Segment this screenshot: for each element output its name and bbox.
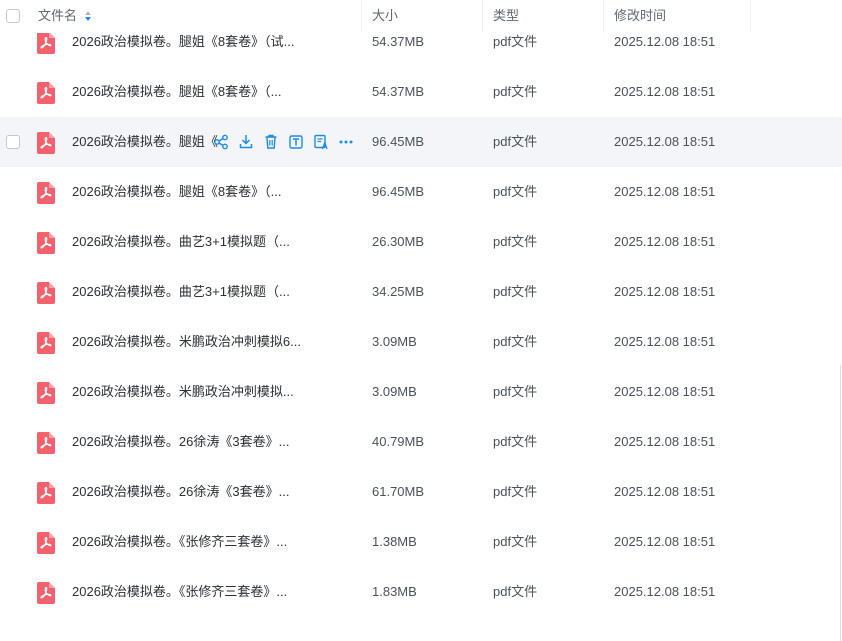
table-row[interactable]: 2026政治模拟卷。米鹏政治冲刺模拟... 3.09MB pdf文件 2025.12.…: [0, 367, 842, 417]
pdf-file-icon: [37, 32, 55, 54]
column-header-modified[interactable]: 修改时间: [614, 0, 666, 33]
table-row[interactable]: 2026政治模拟卷。曲艺3+1模拟题（... 34.25MB pdf文件 2025.1…: [0, 267, 842, 317]
table-row[interactable]: 2026政治模拟卷。《张修齐三套卷》... 1.83MB pdf文件 2025.12.…: [0, 567, 842, 617]
file-name[interactable]: 2026政治模拟卷。26徐涛《3套卷》...: [72, 417, 289, 467]
file-size: 34.25MB: [372, 284, 425, 299]
file-size: 96.45MB: [372, 134, 425, 149]
file-size: 1.38MB: [372, 534, 417, 549]
file-modified-time: 2025.12.08 18:51: [614, 434, 716, 449]
file-type: pdf文件: [493, 84, 538, 99]
pdf-file-icon: [37, 282, 55, 304]
file-name[interactable]: 2026政治模拟卷。腿姐《8套卷》（...: [72, 67, 282, 117]
file-modified-time: 2025.12.08 18:51: [614, 134, 716, 149]
file-type: pdf文件: [493, 234, 538, 249]
row-checkbox[interactable]: [6, 135, 20, 149]
translate-icon[interactable]: [313, 133, 329, 151]
file-type: pdf文件: [493, 284, 538, 299]
column-divider: [361, 0, 362, 33]
file-size: 3.09MB: [372, 334, 417, 349]
file-modified-time: 2025.12.08 18:51: [614, 234, 716, 249]
file-type: pdf文件: [493, 534, 538, 549]
pdf-file-icon: [37, 482, 55, 504]
select-all-checkbox[interactable]: [6, 9, 20, 23]
pdf-file-icon: [37, 382, 55, 404]
table-row[interactable]: 2026政治模拟卷。米鹏政治冲刺模拟6... 3.09MB pdf文件 2025.12…: [0, 317, 842, 367]
file-name[interactable]: 2026政治模拟卷。26徐涛《3套卷》...: [72, 467, 289, 517]
column-header-size[interactable]: 大小: [372, 0, 398, 33]
file-size: 96.45MB: [372, 184, 425, 199]
table-row[interactable]: 2026政治模拟卷。腿姐《 96.45MB pdf文件 2025.12.08 18:5…: [0, 117, 842, 167]
sort-icon[interactable]: [84, 10, 92, 22]
file-name[interactable]: 2026政治模拟卷。米鹏政治冲刺模拟...: [72, 367, 294, 417]
table-row[interactable]: 2026政治模拟卷。26徐涛《3套卷》... 40.79MB pdf文件 2025.1…: [0, 417, 842, 467]
delete-icon[interactable]: [263, 133, 279, 151]
file-modified-time: 2025.12.08 18:51: [614, 84, 716, 99]
file-type: pdf文件: [493, 584, 538, 599]
file-modified-time: 2025.12.08 18:51: [614, 584, 716, 599]
pdf-file-icon: [37, 332, 55, 354]
text-extract-icon[interactable]: [288, 133, 304, 151]
file-type: pdf文件: [493, 384, 538, 399]
file-size: 61.70MB: [372, 484, 425, 499]
pdf-file-icon: [37, 82, 55, 104]
file-modified-time: 2025.12.08 18:51: [614, 384, 716, 399]
file-name[interactable]: 2026政治模拟卷。腿姐《8套卷》（...: [72, 167, 282, 217]
file-size: 26.30MB: [372, 234, 425, 249]
file-type: pdf文件: [493, 434, 538, 449]
column-divider: [750, 0, 751, 33]
file-name[interactable]: 2026政治模拟卷。曲艺3+1模拟题（...: [72, 217, 290, 267]
file-name[interactable]: 2026政治模拟卷。米鹏政治冲刺模拟6...: [72, 317, 301, 367]
file-type: pdf文件: [493, 484, 538, 499]
file-modified-time: 2025.12.08 18:51: [614, 334, 716, 349]
more-icon[interactable]: [338, 133, 354, 151]
file-name[interactable]: 2026政治模拟卷。《张修齐三套卷》...: [72, 567, 287, 617]
table-row[interactable]: 2026政治模拟卷。26徐涛《3套卷》... 61.70MB pdf文件 2025.1…: [0, 467, 842, 517]
file-list: 2026政治模拟卷。腿姐《8套卷》（试... 54.37MB pdf文件 2025.1…: [0, 17, 842, 617]
column-header-type[interactable]: 类型: [493, 0, 519, 33]
file-type: pdf文件: [493, 184, 538, 199]
table-row[interactable]: 2026政治模拟卷。曲艺3+1模拟题（... 26.30MB pdf文件 2025.1…: [0, 217, 842, 267]
pdf-file-icon: [37, 582, 55, 604]
share-icon[interactable]: [213, 133, 229, 151]
pdf-file-icon: [37, 532, 55, 554]
table-row[interactable]: 2026政治模拟卷。《张修齐三套卷》... 1.38MB pdf文件 2025.12.…: [0, 517, 842, 567]
table-row[interactable]: 2026政治模拟卷。腿姐《8套卷》（... 96.45MB pdf文件 2025.12…: [0, 167, 842, 217]
file-size: 1.83MB: [372, 584, 417, 599]
table-row[interactable]: 2026政治模拟卷。腿姐《8套卷》（... 54.37MB pdf文件 2025.12…: [0, 67, 842, 117]
table-header: 文件名 大小 类型 修改时间: [0, 0, 842, 33]
pdf-file-icon: [37, 182, 55, 204]
file-table: 2026政治模拟卷。腿姐《8套卷》（试... 54.37MB pdf文件 2025.1…: [0, 0, 842, 641]
file-name[interactable]: 2026政治模拟卷。《张修齐三套卷》...: [72, 517, 287, 567]
download-icon[interactable]: [238, 133, 254, 151]
pdf-file-icon: [37, 132, 55, 154]
file-modified-time: 2025.12.08 18:51: [614, 534, 716, 549]
file-size: 3.09MB: [372, 384, 417, 399]
column-header-name[interactable]: 文件名: [38, 0, 77, 33]
file-type: pdf文件: [493, 134, 538, 149]
file-modified-time: 2025.12.08 18:51: [614, 184, 716, 199]
file-name[interactable]: 2026政治模拟卷。曲艺3+1模拟题（...: [72, 267, 290, 317]
file-name[interactable]: 2026政治模拟卷。腿姐《: [72, 117, 218, 167]
file-modified-time: 2025.12.08 18:51: [614, 484, 716, 499]
pdf-file-icon: [37, 232, 55, 254]
file-modified-time: 2025.12.08 18:51: [614, 284, 716, 299]
column-divider: [603, 0, 604, 33]
file-type: pdf文件: [493, 334, 538, 349]
column-divider: [482, 0, 483, 33]
pdf-file-icon: [37, 432, 55, 454]
file-size: 54.37MB: [372, 84, 425, 99]
file-size: 40.79MB: [372, 434, 425, 449]
scrollbar-track[interactable]: [840, 365, 841, 641]
